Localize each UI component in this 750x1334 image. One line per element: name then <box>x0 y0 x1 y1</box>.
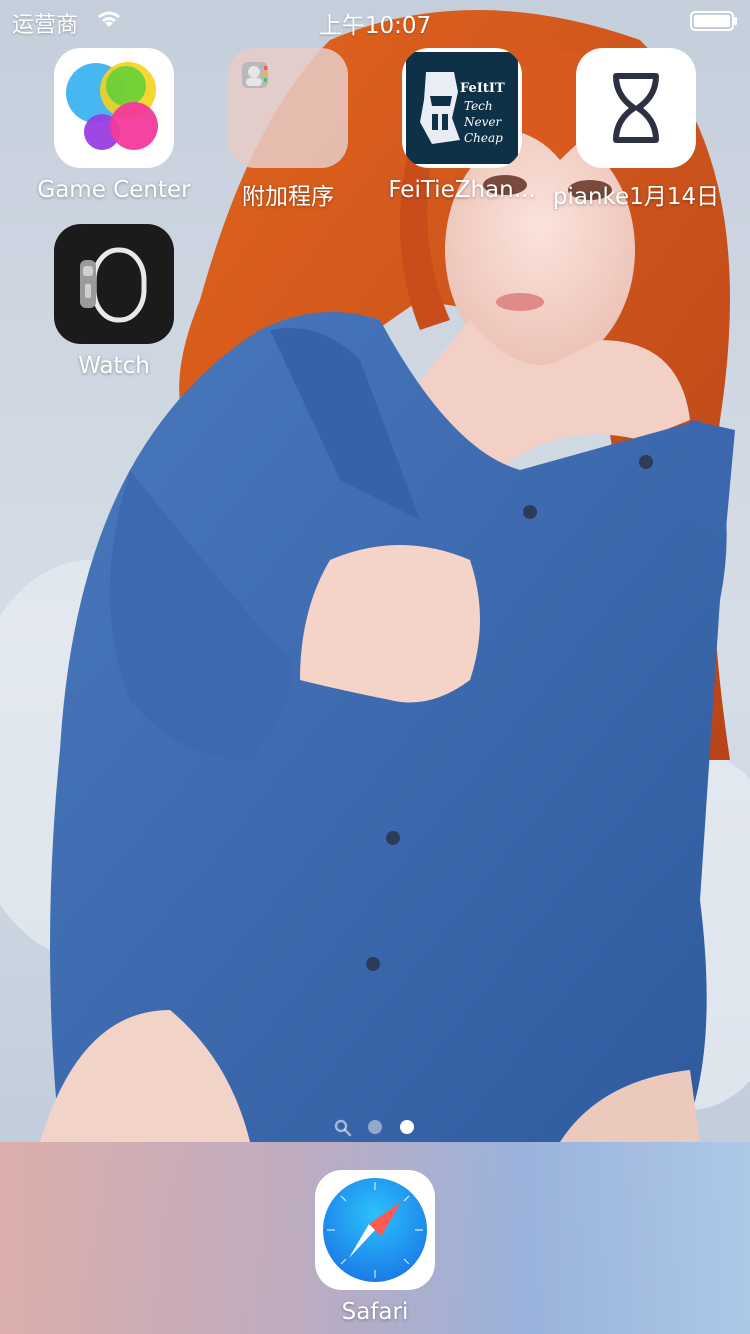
dock-app-safari[interactable]: Safari <box>288 1170 462 1334</box>
icon-brand-text: FeItIT <box>460 81 505 96</box>
app-label: Safari <box>341 1299 409 1325</box>
battery-icon <box>690 11 737 31</box>
icon-tagline-2: Never <box>464 115 502 129</box>
page-indicator[interactable] <box>0 1118 750 1137</box>
page-dot-current[interactable] <box>400 1120 414 1134</box>
page-dot[interactable] <box>368 1120 382 1134</box>
app-pianke[interactable]: pianke1月14日 <box>549 48 723 218</box>
spotlight-search-icon[interactable] <box>334 1119 352 1137</box>
folder-icon <box>228 48 348 168</box>
app-folder-extras[interactable]: 附加程序 <box>201 48 375 218</box>
app-label: 附加程序 <box>242 184 334 210</box>
app-label: Game Center <box>37 177 191 203</box>
app-watch[interactable]: Watch <box>27 224 201 394</box>
icon-tagline-1: Tech <box>464 99 493 113</box>
app-label: FeiTieZhan... <box>388 177 536 203</box>
feitiezhan-icon: FeItIT Tech Never Cheap <box>402 48 522 168</box>
status-bar: 运营商 上午10:07 <box>0 0 750 40</box>
icon-tagline-3: Cheap <box>464 131 503 145</box>
game-center-icon <box>54 48 174 168</box>
watch-icon <box>54 224 174 344</box>
app-label: pianke1月14日 <box>552 184 720 210</box>
dock: Safari <box>0 1142 750 1334</box>
status-time: 上午10:07 <box>318 13 432 39</box>
safari-compass-icon <box>315 1170 435 1290</box>
app-label: Watch <box>78 353 150 379</box>
hourglass-icon <box>576 48 696 168</box>
app-feitiezhan[interactable]: FeItIT Tech Never Cheap FeiTieZhan... <box>375 48 549 218</box>
home-screen: 运营商 上午10:07 Game Center 附加程序 FeItIT Tech… <box>0 0 750 1334</box>
app-game-center[interactable]: Game Center <box>27 48 201 218</box>
